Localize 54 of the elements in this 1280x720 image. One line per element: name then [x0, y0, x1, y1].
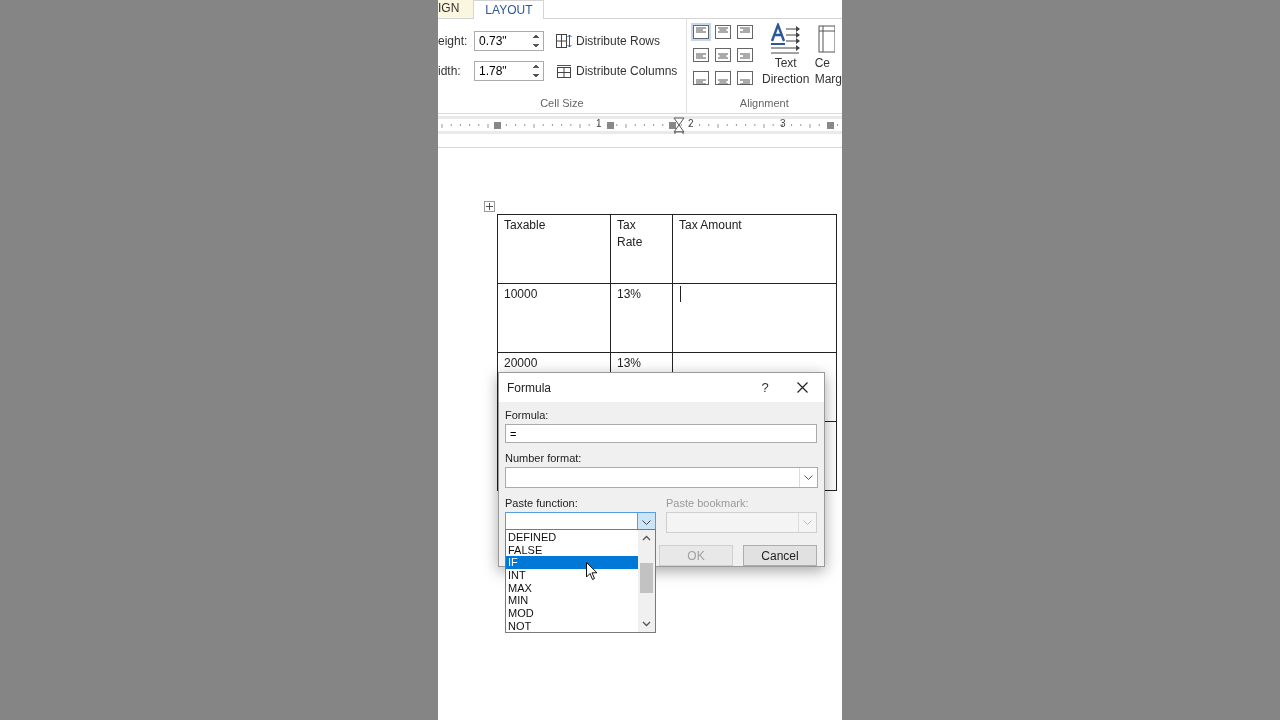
- cell-alignment-button[interactable]: [690, 69, 711, 87]
- field-label: idth:: [438, 64, 462, 78]
- function-list-item[interactable]: DEFINED: [506, 531, 638, 544]
- cell-alignment-button[interactable]: [734, 23, 755, 41]
- field-label: Formula:: [505, 408, 550, 422]
- chevron-down-icon: [803, 519, 812, 526]
- distribute-button[interactable]: Distribute Rows: [544, 31, 661, 51]
- dialog-title: Formula: [507, 380, 552, 395]
- cell-alignment-button[interactable]: [690, 23, 711, 41]
- distribute-rows-icon: [556, 34, 572, 48]
- field-label: eight:: [438, 34, 469, 48]
- cell-alignment-button[interactable]: [712, 46, 733, 64]
- spinner-arrows-icon[interactable]: [532, 34, 540, 48]
- spin-field[interactable]: 1.78": [474, 61, 544, 81]
- function-list-item[interactable]: IF: [506, 556, 638, 570]
- mouse-pointer-icon: [586, 562, 598, 581]
- cell-alignment-button[interactable]: [712, 23, 733, 41]
- ribbon-tab[interactable]: IGN: [438, 0, 474, 18]
- function-list-item[interactable]: NOT: [506, 619, 638, 633]
- table-cell: 13%: [610, 283, 673, 353]
- text-direction-button[interactable]: Text Direction: [760, 23, 811, 97]
- chevron-down-icon: [642, 519, 651, 526]
- function-list-item[interactable]: MIN: [506, 594, 638, 608]
- distribute-button[interactable]: Distribute Columns: [544, 61, 678, 81]
- ribbon-tab[interactable]: LAYOUT: [473, 0, 545, 19]
- table-move-handle-icon[interactable]: [484, 201, 495, 212]
- cell-alignment-button[interactable]: [734, 69, 755, 87]
- ruler-number: 1: [596, 118, 602, 129]
- table-cell: 10000: [497, 283, 611, 353]
- cell-alignment-button[interactable]: [712, 69, 733, 87]
- chevron-down-icon: [804, 474, 813, 481]
- field-label: Paste function:: [505, 496, 579, 510]
- spin-field[interactable]: 0.73": [474, 31, 544, 51]
- table-cell: Tax Rate: [610, 214, 673, 284]
- formula-field[interactable]: =: [505, 424, 817, 443]
- function-list-item[interactable]: MOD: [506, 607, 638, 620]
- group-label: Cell Size: [539, 97, 585, 111]
- help-button[interactable]: ?: [750, 380, 780, 395]
- dialog-button[interactable]: Cancel: [743, 545, 817, 566]
- group-label: Alignment: [738, 97, 790, 111]
- function-list-item[interactable]: INT: [506, 569, 638, 582]
- spinner-arrows-icon[interactable]: [532, 64, 540, 78]
- field-label: Number format:: [505, 451, 583, 465]
- function-list-item[interactable]: MAX: [506, 581, 638, 595]
- cell-alignment-button[interactable]: [734, 46, 755, 64]
- field-label: Paste bookmark:: [666, 496, 750, 510]
- cell-margins-button[interactable]: Ce Marg: [814, 23, 842, 97]
- ruler-number: 2: [688, 118, 694, 129]
- distribute-columns-icon: [556, 64, 572, 78]
- table-cell: Tax Amount: [672, 214, 837, 284]
- ruler-number: 3: [780, 118, 786, 129]
- table-cell: Taxable: [497, 214, 611, 284]
- cell-alignment-button[interactable]: [690, 46, 711, 64]
- function-list-item[interactable]: FALSE: [506, 543, 638, 557]
